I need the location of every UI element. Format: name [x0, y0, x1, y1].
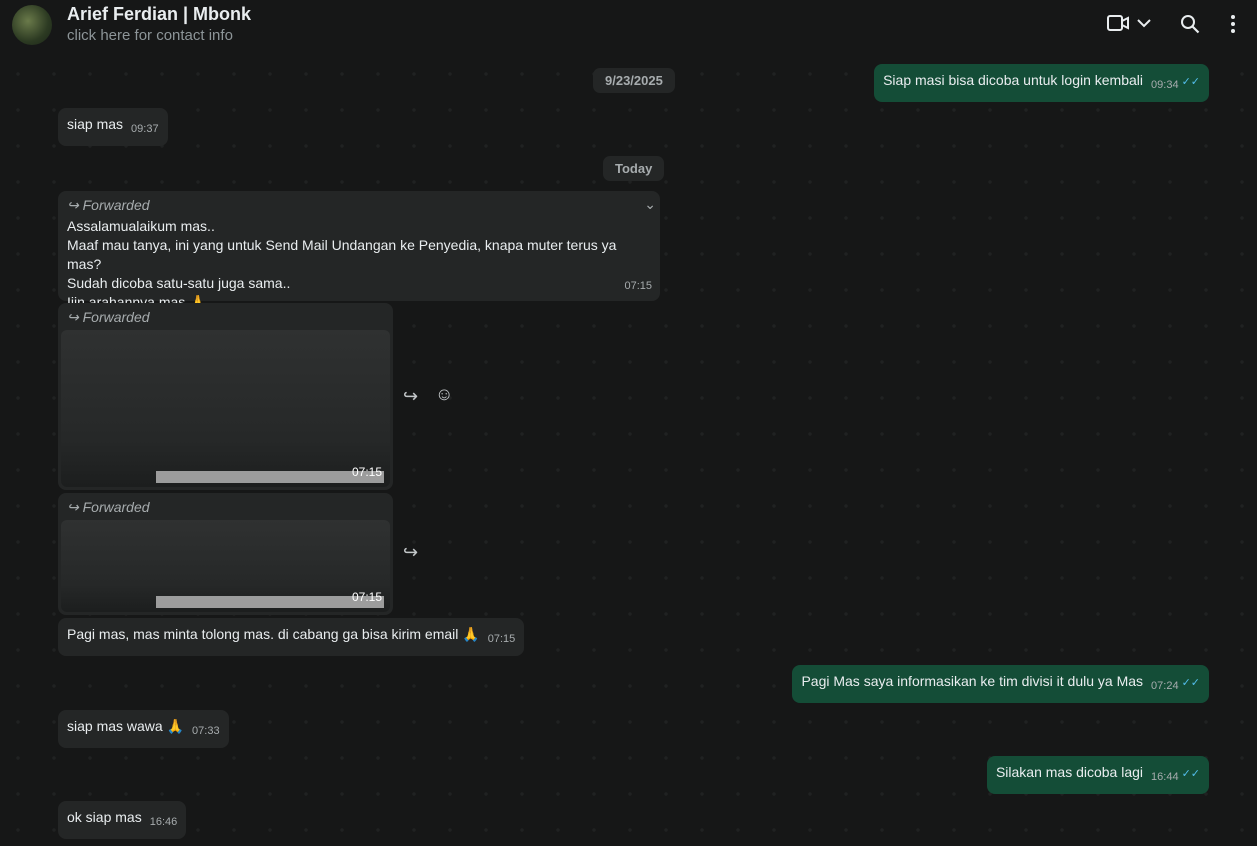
image-thumbnail[interactable]: 07:15	[61, 330, 390, 487]
message-incoming[interactable]: ok siap mas 16:46	[58, 801, 187, 839]
read-receipt-icon: ✓✓	[1181, 76, 1200, 88]
message-line: Assalamualaikum mas..	[67, 218, 215, 234]
emoji-reaction-icon[interactable]: ☺	[435, 384, 453, 405]
message-text: ok siap mas	[67, 809, 142, 825]
contact-avatar[interactable]	[12, 5, 52, 45]
message-time: 07:15	[624, 280, 652, 292]
message-time: 16:44	[1151, 771, 1179, 783]
message-time: 07:15	[487, 633, 516, 645]
message-incoming[interactable]: siap mas wawa 🙏 07:33	[58, 710, 229, 748]
message-outgoing[interactable]: Silakan mas dicoba lagi 16:44 ✓✓	[986, 756, 1209, 794]
message-time: 07:33	[192, 725, 220, 737]
message-incoming-forwarded[interactable]: ↪ Forwarded Assalamualaikum mas.. Maaf m…	[58, 191, 660, 310]
image-thumbnail[interactable]: 07:15	[61, 520, 390, 612]
read-receipt-icon: ✓✓	[1181, 768, 1200, 780]
message-incoming[interactable]: siap mas 09:37	[58, 108, 168, 146]
message-incoming[interactable]: Pagi mas, mas minta tolong mas. di caban…	[58, 618, 525, 656]
read-receipt-icon: ✓✓	[1181, 677, 1200, 689]
message-line: Sudah dicoba satu-satu juga sama..	[67, 275, 291, 291]
forwarded-label: ↪ Forwarded	[67, 197, 150, 213]
message-text: Siap masi bisa dicoba untuk login kembal…	[883, 72, 1144, 88]
message-incoming-image[interactable]: ↪ Forwarded 07:15	[58, 303, 393, 490]
message-time: 07:24	[1151, 680, 1179, 692]
video-call-icon[interactable]	[1107, 14, 1129, 38]
message-list[interactable]: 9/23/2025 Today Siap masi bisa dicoba un…	[0, 56, 1257, 846]
message-text: siap mas	[67, 116, 124, 132]
message-line: Maaf mau tanya, ini yang untuk Send Mail…	[67, 237, 617, 272]
message-time: 07:15	[351, 465, 382, 479]
search-icon[interactable]	[1180, 14, 1200, 40]
chat-header[interactable]: Arief Ferdian | Mbonk click here for con…	[0, 0, 1257, 56]
forward-icon[interactable]: ↪	[403, 386, 418, 407]
message-text: Pagi mas, mas minta tolong mas. di caban…	[67, 626, 480, 642]
menu-icon[interactable]	[1230, 14, 1236, 40]
contact-info-link[interactable]: click here for contact info	[67, 27, 233, 44]
message-time: 07:15	[351, 590, 382, 604]
message-text: Pagi Mas saya informasikan ke tim divisi…	[801, 673, 1144, 689]
message-text: siap mas wawa 🙏	[67, 718, 185, 734]
forwarded-label: ↪ Forwarded	[67, 499, 150, 515]
message-incoming-image[interactable]: ↪ Forwarded 07:15	[58, 493, 393, 615]
date-separator: 9/23/2025	[593, 68, 675, 93]
message-time: 16:46	[149, 816, 178, 828]
forwarded-label: ↪ Forwarded	[67, 309, 150, 325]
message-time: 09:34	[1151, 79, 1179, 91]
date-separator: Today	[603, 156, 665, 181]
chevron-down-icon[interactable]: ⌄	[644, 195, 656, 214]
contact-name[interactable]: Arief Ferdian | Mbonk	[67, 4, 251, 25]
message-time: 09:37	[131, 123, 159, 135]
message-outgoing[interactable]: Pagi Mas saya informasikan ke tim divisi…	[792, 665, 1209, 703]
message-outgoing[interactable]: Siap masi bisa dicoba untuk login kembal…	[874, 64, 1209, 102]
forward-icon[interactable]: ↪	[403, 542, 418, 563]
message-text: Silakan mas dicoba lagi	[995, 764, 1144, 780]
chevron-down-icon[interactable]	[1136, 14, 1152, 38]
